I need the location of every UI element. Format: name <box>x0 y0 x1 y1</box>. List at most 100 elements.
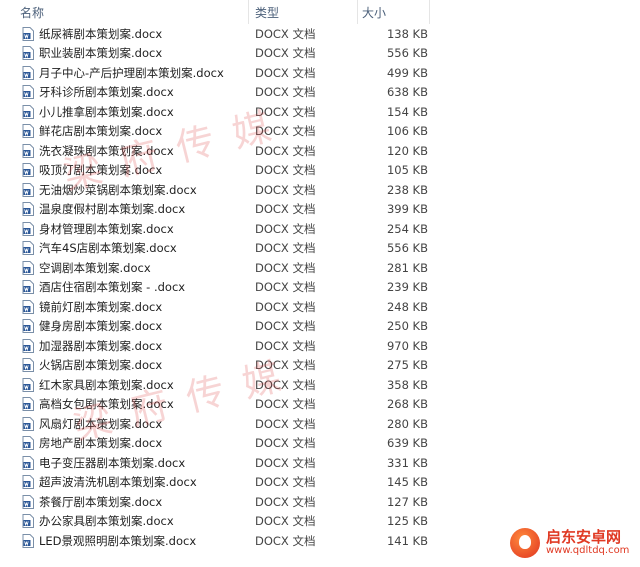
file-row[interactable]: 高档女包剧本策划案.docx DOCX 文档 268 KB <box>0 395 430 415</box>
logo-url: www.qdltdq.com <box>546 545 630 557</box>
file-type: DOCX 文档 <box>255 143 316 158</box>
file-name: 办公家具剧本策划案.docx <box>39 514 174 529</box>
file-row[interactable]: 空调剧本策划案.docx DOCX 文档 281 KB <box>0 258 430 278</box>
file-row[interactable]: 纸尿裤剧本策划案.docx DOCX 文档 138 KB <box>0 24 430 44</box>
file-name-cell: 无油烟炒菜锅剧本策划案.docx <box>0 182 249 198</box>
file-row[interactable]: LED景观照明剧本策划案.docx DOCX 文档 141 KB <box>0 531 430 551</box>
file-row[interactable]: 吸顶灯剧本策划案.docx DOCX 文档 105 KB <box>0 161 430 181</box>
file-size: 639 KB <box>386 436 428 451</box>
file-row[interactable]: 风扇灯剧本策划案.docx DOCX 文档 280 KB <box>0 414 430 434</box>
file-row[interactable]: 健身房剧本策划案.docx DOCX 文档 250 KB <box>0 317 430 337</box>
file-name-cell: 洗衣凝珠剧本策划案.docx <box>0 143 249 159</box>
file-name: 加湿器剧本策划案.docx <box>39 338 163 353</box>
column-header-type[interactable]: 类型 <box>249 0 358 24</box>
file-name: 茶餐厅剧本策划案.docx <box>39 494 163 509</box>
word-document-icon <box>22 514 34 529</box>
file-name-cell: 茶餐厅剧本策划案.docx <box>0 494 249 510</box>
file-name-cell: 纸尿裤剧本策划案.docx <box>0 26 249 42</box>
file-row[interactable]: 月子中心-产后护理剧本策划案.docx DOCX 文档 499 KB <box>0 63 430 83</box>
file-size: 238 KB <box>386 182 428 197</box>
file-row[interactable]: 洗衣凝珠剧本策划案.docx DOCX 文档 120 KB <box>0 141 430 161</box>
file-name-cell: 电子变压器剧本策划案.docx <box>0 455 249 471</box>
file-row[interactable]: 电子变压器剧本策划案.docx DOCX 文档 331 KB <box>0 453 430 473</box>
file-size: 268 KB <box>386 397 428 412</box>
file-row[interactable]: 温泉度假村剧本策划案.docx DOCX 文档 399 KB <box>0 200 430 220</box>
file-name: 身材管理剧本策划案.docx <box>39 221 174 236</box>
file-size: 120 KB <box>386 143 428 158</box>
file-size: 399 KB <box>386 202 428 217</box>
file-name: 健身房剧本策划案.docx <box>39 319 163 334</box>
file-type: DOCX 文档 <box>255 455 316 470</box>
file-row[interactable]: 超声波清洗机剧本策划案.docx DOCX 文档 145 KB <box>0 473 430 493</box>
file-row[interactable]: 火锅店剧本策划案.docx DOCX 文档 275 KB <box>0 356 430 376</box>
file-size: 281 KB <box>386 260 428 275</box>
file-type: DOCX 文档 <box>255 260 316 275</box>
word-document-icon <box>22 85 34 100</box>
word-document-icon <box>22 241 34 256</box>
file-type: DOCX 文档 <box>255 221 316 236</box>
word-document-icon <box>22 163 34 178</box>
file-type: DOCX 文档 <box>255 202 316 217</box>
file-type: DOCX 文档 <box>255 65 316 80</box>
word-document-icon <box>22 358 34 373</box>
file-type: DOCX 文档 <box>255 416 316 431</box>
file-name-cell: 汽车4S店剧本策划案.docx <box>0 240 249 256</box>
word-document-icon <box>22 436 34 451</box>
file-list: 纸尿裤剧本策划案.docx DOCX 文档 138 KB 职业装剧本策划案.docx D… <box>0 24 430 551</box>
file-row[interactable]: 办公家具剧本策划案.docx DOCX 文档 125 KB <box>0 512 430 532</box>
file-name: 吸顶灯剧本策划案.docx <box>39 163 163 178</box>
file-type: DOCX 文档 <box>255 46 316 61</box>
file-row[interactable]: 酒店住宿剧本策划案 - .docx DOCX 文档 239 KB <box>0 278 430 298</box>
file-name-cell: 火锅店剧本策划案.docx <box>0 357 249 373</box>
word-document-icon <box>22 182 34 197</box>
file-size: 556 KB <box>386 46 428 61</box>
file-row[interactable]: 身材管理剧本策划案.docx DOCX 文档 254 KB <box>0 219 430 239</box>
file-row[interactable]: 加湿器剧本策划案.docx DOCX 文档 970 KB <box>0 336 430 356</box>
file-size: 125 KB <box>386 514 428 529</box>
word-document-icon <box>22 533 34 548</box>
file-row[interactable]: 职业装剧本策划案.docx DOCX 文档 556 KB <box>0 44 430 64</box>
file-name: 电子变压器剧本策划案.docx <box>39 455 186 470</box>
file-name: 汽车4S店剧本策划案.docx <box>39 241 177 256</box>
file-name: 月子中心-产后护理剧本策划案.docx <box>39 65 224 80</box>
word-document-icon <box>22 319 34 334</box>
file-name-cell: 温泉度假村剧本策划案.docx <box>0 201 249 217</box>
file-row[interactable]: 红木家具剧本策划案.docx DOCX 文档 358 KB <box>0 375 430 395</box>
word-document-icon <box>22 221 34 236</box>
file-name-cell: 小儿推拿剧本策划案.docx <box>0 104 249 120</box>
file-size: 105 KB <box>386 163 428 178</box>
file-name: 洗衣凝珠剧本策划案.docx <box>39 143 174 158</box>
file-name: 风扇灯剧本策划案.docx <box>39 416 163 431</box>
file-type: DOCX 文档 <box>255 26 316 41</box>
file-name: 红木家具剧本策划案.docx <box>39 377 174 392</box>
file-type: DOCX 文档 <box>255 397 316 412</box>
file-row[interactable]: 茶餐厅剧本策划案.docx DOCX 文档 127 KB <box>0 492 430 512</box>
file-row[interactable]: 小儿推拿剧本策划案.docx DOCX 文档 154 KB <box>0 102 430 122</box>
file-size: 970 KB <box>386 338 428 353</box>
file-type: DOCX 文档 <box>255 182 316 197</box>
word-document-icon <box>22 46 34 61</box>
file-row[interactable]: 汽车4S店剧本策划案.docx DOCX 文档 556 KB <box>0 239 430 259</box>
file-row[interactable]: 鲜花店剧本策划案.docx DOCX 文档 106 KB <box>0 122 430 142</box>
file-row[interactable]: 无油烟炒菜锅剧本策划案.docx DOCX 文档 238 KB <box>0 180 430 200</box>
file-size: 280 KB <box>386 416 428 431</box>
file-name-cell: 镜前灯剧本策划案.docx <box>0 299 249 315</box>
word-document-icon <box>22 143 34 158</box>
word-document-icon <box>22 338 34 353</box>
file-size: 254 KB <box>386 221 428 236</box>
file-row[interactable]: 牙科诊所剧本策划案.docx DOCX 文档 638 KB <box>0 83 430 103</box>
file-name: 温泉度假村剧本策划案.docx <box>39 202 186 217</box>
word-document-icon <box>22 65 34 80</box>
file-type: DOCX 文档 <box>255 475 316 490</box>
column-header-size[interactable]: 大小 <box>358 0 430 24</box>
column-header-name[interactable]: 名称 <box>0 0 249 24</box>
file-name: 火锅店剧本策划案.docx <box>39 358 163 373</box>
word-document-icon <box>22 299 34 314</box>
file-type: DOCX 文档 <box>255 358 316 373</box>
file-row[interactable]: 房地产剧本策划案.docx DOCX 文档 639 KB <box>0 434 430 454</box>
file-size: 154 KB <box>386 104 428 119</box>
file-row[interactable]: 镜前灯剧本策划案.docx DOCX 文档 248 KB <box>0 297 430 317</box>
file-name: 超声波清洗机剧本策划案.docx <box>39 475 197 490</box>
file-type: DOCX 文档 <box>255 280 316 295</box>
file-type: DOCX 文档 <box>255 533 316 548</box>
